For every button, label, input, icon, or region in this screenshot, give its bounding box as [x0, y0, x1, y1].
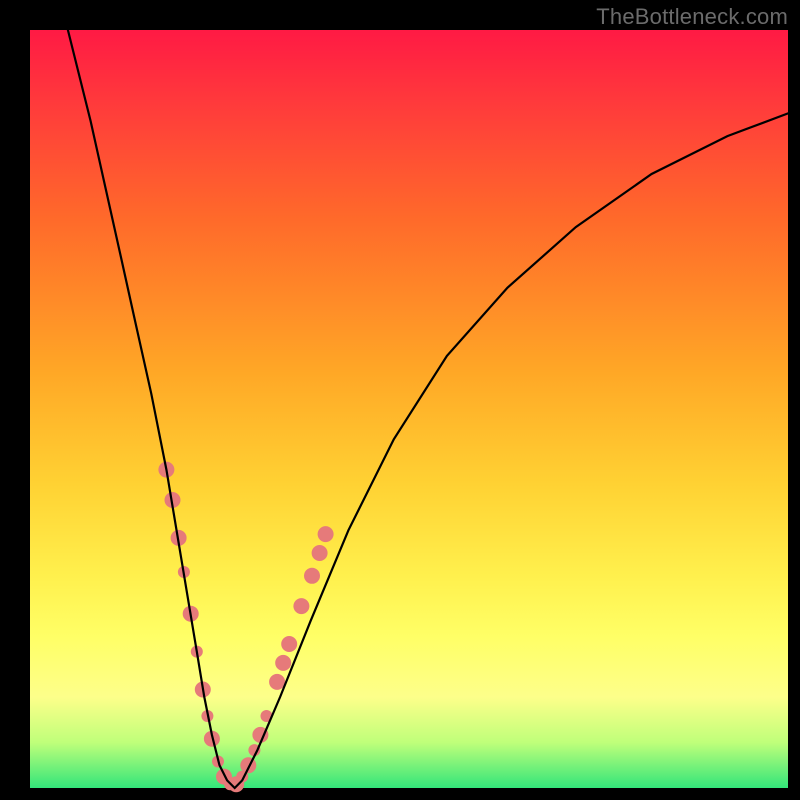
marker-dot	[275, 655, 291, 671]
marker-dot	[281, 636, 297, 652]
marker-dot	[318, 526, 334, 542]
marker-dot	[293, 598, 309, 614]
chart-svg	[30, 30, 788, 788]
marker-dot	[312, 545, 328, 561]
chart-frame: TheBottleneck.com	[0, 0, 800, 800]
marker-dot	[304, 568, 320, 584]
watermark-text: TheBottleneck.com	[596, 4, 788, 30]
bottleneck-curve	[68, 30, 788, 788]
plot-area	[30, 30, 788, 788]
marker-dot	[269, 674, 285, 690]
marker-dot	[240, 757, 256, 773]
